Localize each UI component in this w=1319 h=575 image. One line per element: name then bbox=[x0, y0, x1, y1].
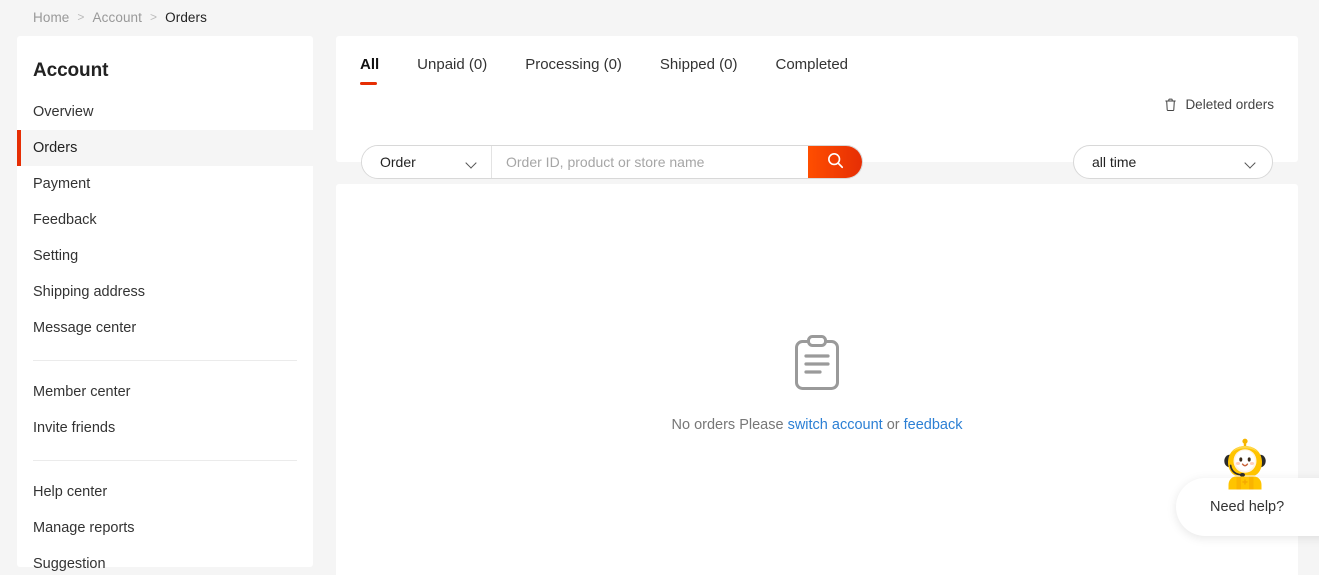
sidebar-item-overview[interactable]: Overview bbox=[17, 94, 313, 130]
search-input[interactable] bbox=[492, 146, 808, 178]
search-button[interactable] bbox=[808, 146, 862, 178]
sidebar-group-support: Help center Manage reports Suggestion bbox=[17, 474, 313, 575]
account-sidebar: Account Overview Orders Payment Feedback… bbox=[17, 36, 313, 572]
time-range-select[interactable]: all time bbox=[1073, 145, 1273, 179]
breadcrumb-item-home[interactable]: Home bbox=[33, 10, 69, 25]
breadcrumb-separator: > bbox=[150, 10, 158, 24]
orders-empty-state: No orders Please switch account or feedb… bbox=[336, 334, 1298, 433]
deleted-orders-button[interactable]: Deleted orders bbox=[1164, 97, 1274, 112]
tab-unpaid[interactable]: Unpaid (0) bbox=[417, 56, 487, 85]
tab-shipped[interactable]: Shipped (0) bbox=[660, 56, 738, 85]
tab-completed[interactable]: Completed bbox=[775, 56, 848, 85]
need-help-label: Need help? bbox=[1210, 499, 1285, 515]
breadcrumb: Home > Account > Orders bbox=[33, 8, 207, 26]
account-orders-page: Home > Account > Orders Account Overview… bbox=[0, 0, 1319, 575]
search-category-select[interactable]: Order bbox=[362, 146, 492, 178]
breadcrumb-separator: > bbox=[77, 10, 85, 24]
sidebar-divider bbox=[33, 360, 297, 361]
sidebar-item-manage-reports[interactable]: Manage reports bbox=[17, 510, 313, 546]
orders-main: All Unpaid (0) Processing (0) Shipped (0… bbox=[336, 36, 1298, 575]
tab-all[interactable]: All bbox=[360, 56, 379, 85]
chevron-down-icon bbox=[466, 159, 477, 166]
chevron-down-icon bbox=[1245, 159, 1256, 166]
sidebar-group-membership: Member center Invite friends bbox=[17, 374, 313, 446]
clipboard-icon bbox=[793, 334, 841, 392]
sidebar-item-message-center[interactable]: Message center bbox=[17, 310, 313, 346]
search-icon bbox=[826, 151, 845, 173]
orders-search-row: Order all time bbox=[361, 145, 1273, 179]
orders-empty-message: No orders Please switch account or feedb… bbox=[672, 417, 963, 433]
breadcrumb-item-orders: Orders bbox=[165, 9, 207, 25]
orders-filter-card: All Unpaid (0) Processing (0) Shipped (0… bbox=[336, 36, 1298, 179]
switch-account-link[interactable]: switch account bbox=[788, 417, 883, 433]
trash-icon bbox=[1164, 98, 1177, 112]
breadcrumb-item-account[interactable]: Account bbox=[93, 10, 142, 25]
empty-text-before: No orders Please bbox=[671, 417, 788, 433]
sidebar-item-feedback[interactable]: Feedback bbox=[17, 202, 313, 238]
sidebar-item-orders[interactable]: Orders bbox=[17, 130, 313, 166]
deleted-orders-label: Deleted orders bbox=[1185, 97, 1274, 112]
sidebar-title: Account bbox=[33, 60, 109, 81]
feedback-link[interactable]: feedback bbox=[904, 417, 963, 433]
astronaut-support-mascot-icon[interactable] bbox=[1217, 438, 1273, 490]
orders-tabs: All Unpaid (0) Processing (0) Shipped (0… bbox=[336, 36, 1298, 90]
time-range-value: all time bbox=[1092, 154, 1137, 170]
sidebar-divider bbox=[33, 460, 297, 461]
sidebar-item-help-center[interactable]: Help center bbox=[17, 474, 313, 510]
orders-list-card: No orders Please switch account or feedb… bbox=[336, 184, 1298, 575]
sidebar-item-shipping-address[interactable]: Shipping address bbox=[17, 274, 313, 310]
sidebar-item-setting[interactable]: Setting bbox=[17, 238, 313, 274]
search-group: Order bbox=[361, 145, 863, 179]
sidebar-item-member-center[interactable]: Member center bbox=[17, 374, 313, 410]
empty-text-between: or bbox=[882, 417, 904, 433]
sidebar-item-payment[interactable]: Payment bbox=[17, 166, 313, 202]
tab-processing[interactable]: Processing (0) bbox=[525, 56, 622, 85]
search-category-value: Order bbox=[380, 154, 416, 170]
sidebar-item-invite-friends[interactable]: Invite friends bbox=[17, 410, 313, 446]
sidebar-group-main: Overview Orders Payment Feedback Setting… bbox=[17, 94, 313, 346]
sidebar-item-suggestion[interactable]: Suggestion bbox=[17, 546, 313, 575]
